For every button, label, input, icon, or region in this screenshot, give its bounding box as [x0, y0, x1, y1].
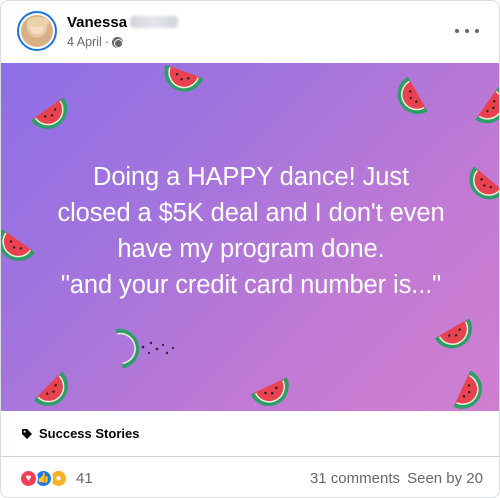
tag-icon [22, 428, 32, 439]
post-text-line: "and your credit card number is..." [60, 271, 442, 299]
watermelon-icon [250, 377, 289, 406]
post-image-text: Doing a HAPPY dance! Just closed a $5K d… [1, 159, 499, 303]
post-date-link[interactable]: 4 April [67, 35, 102, 49]
watermelon-icon [397, 76, 428, 114]
post-header: Vanessa 4 April · [1, 1, 499, 63]
post-footer: ♥ 👍 ● 41 31 comments Seen by 20 [1, 457, 499, 497]
topic-tag[interactable]: Success Stories [1, 411, 499, 457]
comments-count-link[interactable]: 31 comments [310, 470, 400, 487]
author-name-link[interactable]: Vanessa [67, 14, 179, 31]
watermelon-icon [453, 370, 482, 409]
watermelon-icon [434, 318, 472, 349]
post-text-line: Doing a HAPPY dance! Just [93, 163, 409, 191]
love-reaction-icon: ♥ [19, 469, 38, 488]
post-card: Vanessa 4 April · Doing a HAPPY dance! J… [0, 0, 500, 498]
watermelon-seeds [141, 341, 175, 355]
more-options-icon[interactable] [455, 21, 479, 41]
watermelon-icon [164, 64, 204, 92]
reactions-summary[interactable]: ♥ 👍 ● 41 [19, 469, 93, 488]
watermelon-icon [30, 97, 68, 129]
post-text-line: closed a $5K deal and I don't even [57, 199, 445, 227]
meta-separator: · [104, 35, 109, 49]
watermelon-icon [33, 371, 68, 406]
post-meta: 4 April · [67, 35, 123, 49]
topic-tag-label: Success Stories [39, 426, 140, 441]
watermelon-icon [475, 86, 499, 124]
post-text-line: have my program done. [117, 235, 385, 263]
author-avatar[interactable] [17, 11, 57, 51]
redacted-surname [130, 16, 179, 28]
reaction-count: 41 [76, 470, 93, 487]
seen-by-link[interactable]: Seen by 20 [407, 470, 483, 487]
post-image[interactable]: Doing a HAPPY dance! Just closed a $5K d… [1, 63, 499, 411]
globe-icon[interactable] [111, 36, 123, 48]
